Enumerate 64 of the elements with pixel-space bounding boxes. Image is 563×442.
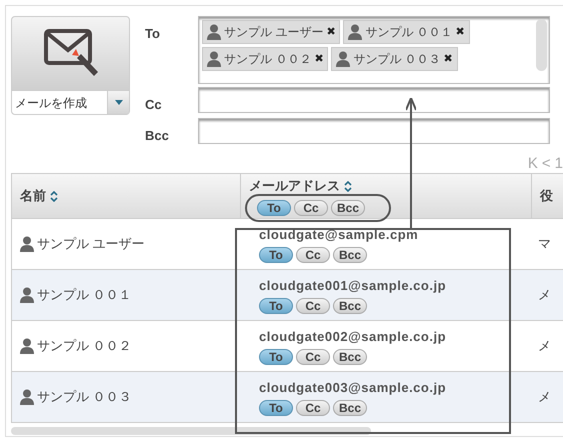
remove-button[interactable]: ✖ [326, 24, 336, 40]
person-icon [207, 24, 221, 40]
person-icon [20, 389, 34, 405]
recipient-field[interactable] [198, 118, 550, 144]
recipient-toggle[interactable]: Cc [296, 247, 330, 264]
table-cell-text: メ [538, 286, 551, 304]
column-header[interactable]: 名前 [20, 186, 46, 206]
table-cell-text: メ [538, 337, 551, 356]
recipient-field[interactable] [198, 87, 550, 113]
chip-label: サンプル ００３ [353, 51, 441, 68]
recipient-chip[interactable]: サンプル ００３ ✖ [331, 47, 458, 71]
field-label: Cc [145, 96, 163, 114]
person-icon [20, 338, 34, 354]
field-label: Bcc [145, 126, 170, 144]
caret-icon [114, 100, 122, 105]
chip-label: サンプル ００１ [365, 24, 453, 41]
sort-icon[interactable] [344, 180, 352, 192]
recipient-chip[interactable]: サンプル ００１ ✖ [343, 20, 470, 44]
table-cell-text: サンプル ００２ [37, 337, 132, 356]
recipient-chip[interactable]: サンプル ユーザー ✖ [202, 20, 340, 44]
table-cell-text: cloudgate002@sample.co.jp [259, 328, 448, 346]
chip-label: サンプル ００２ [224, 51, 312, 68]
recipient-toggle[interactable]: To [259, 247, 293, 264]
recipient-toggle[interactable]: Bcc [333, 298, 367, 314]
recipient-chip[interactable]: サンプル ００２ ✖ [202, 47, 328, 71]
scrollbar[interactable] [11, 427, 371, 435]
recipient-toggle[interactable]: Cc [296, 298, 330, 314]
recipient-field[interactable]: サンプル ユーザー ✖ サンプル ００１ ✖ サンプル ００２ ✖ サンプル ００３ ✖ [198, 16, 550, 84]
remove-button[interactable]: ✖ [444, 50, 453, 68]
person-icon [336, 51, 350, 67]
recipient-toggle[interactable]: Cc [296, 349, 330, 366]
chip-label: サンプル ユーザー [224, 24, 324, 41]
table-cell-text: cloudgate@sample.cpm [259, 226, 420, 244]
dropdown-button[interactable] [107, 91, 129, 114]
field-label: To [145, 25, 161, 43]
recipient-toggle[interactable]: Cc [296, 400, 330, 416]
sort-icon[interactable] [50, 190, 58, 202]
table-cell-text: cloudgate003@sample.co.jp [259, 378, 448, 397]
table-cell-text: cloudgate001@sample.co.jp [259, 276, 448, 295]
scrollbar[interactable] [536, 19, 547, 71]
remove-button[interactable]: ✖ [314, 50, 324, 68]
recipient-toggle[interactable]: Bcc [331, 200, 365, 216]
recipient-toggle[interactable]: Cc [294, 200, 328, 216]
recipient-toggle[interactable]: To [259, 298, 293, 314]
column-header[interactable]: メールアドレス [249, 176, 340, 196]
table-cell-text: メ [538, 388, 551, 406]
column-header[interactable]: 役 [540, 186, 553, 206]
table-cell-text: サンプル ００１ [37, 286, 132, 304]
compose-button[interactable] [11, 16, 130, 91]
table-cell-text: サンプル ユーザー [37, 235, 145, 254]
person-icon [20, 287, 34, 303]
person-icon [348, 24, 362, 40]
recipient-toggle[interactable]: Bcc [333, 247, 367, 264]
remove-button[interactable]: ✖ [456, 24, 465, 40]
recipient-toggle[interactable]: To [257, 200, 291, 216]
table-cell-text: マ [538, 235, 551, 254]
recipient-toggle[interactable]: Bcc [333, 400, 367, 416]
compose-label: メールを作成 [14, 95, 88, 112]
table-cell-text: サンプル ００３ [37, 388, 132, 406]
recipient-toggle[interactable]: To [259, 349, 293, 366]
person-icon [20, 236, 34, 252]
person-icon [207, 51, 221, 67]
recipient-toggle[interactable]: To [259, 400, 293, 416]
recipient-toggle[interactable]: Bcc [333, 349, 367, 366]
